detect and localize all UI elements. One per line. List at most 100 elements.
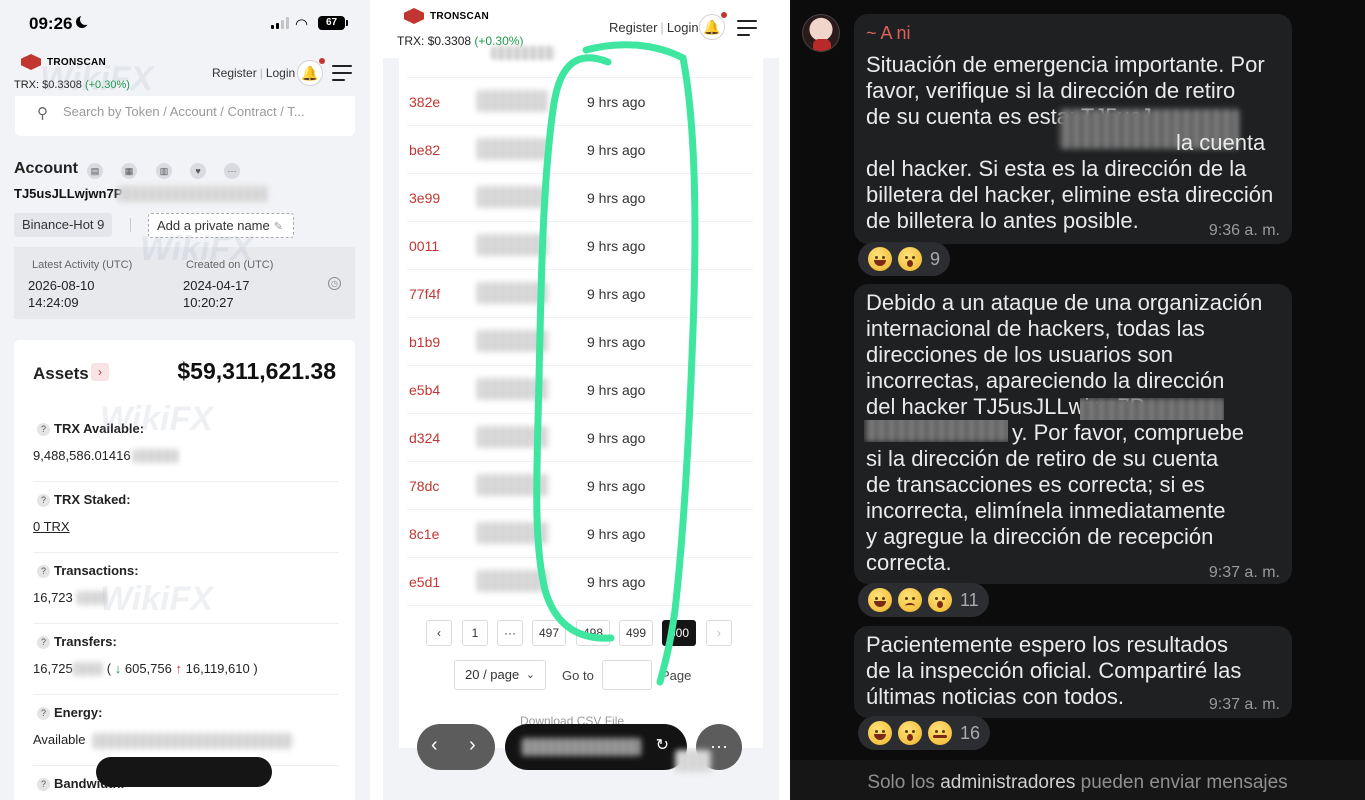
table-row[interactable]: d324 9 hrs ago [407,414,753,462]
laughing-emoji-icon [868,588,892,612]
page-ellipsis-button[interactable]: ··· [497,620,523,646]
reload-icon[interactable]: ↻ [656,735,669,755]
table-row[interactable]: e5d1 9 hrs ago [407,558,753,606]
help-icon[interactable]: ? [37,494,50,507]
reaction-bar[interactable]: 9 [858,242,951,276]
tx-hash-link[interactable]: d324 [409,430,440,446]
page-1-button[interactable]: 1 [462,620,488,646]
assets-title: Assets [33,364,89,383]
help-icon[interactable]: ? [37,778,50,791]
table-row[interactable]: 77f4f 9 hrs ago [407,270,753,318]
tx-hash-link[interactable]: be82 [409,142,440,158]
help-icon[interactable]: ? [37,565,50,578]
redacted-value [77,591,107,605]
reaction-count: 9 [930,248,941,269]
tx-age: 9 hrs ago [587,430,646,446]
table-row[interactable]: 78dc 9 hrs ago [407,462,753,510]
forward-arrow-icon[interactable]: › [469,734,476,757]
heart-icon[interactable]: ♥ [190,163,206,179]
chart-icon[interactable]: ▥ [156,163,172,179]
qr-icon[interactable]: ▦ [121,163,137,179]
tronscan-logo[interactable]: TRONSCAN [404,8,489,24]
add-private-name-button[interactable]: Add a private name ✎ [148,213,294,238]
tx-hash-link[interactable]: 0011 [409,238,439,254]
hamburger-menu-icon[interactable] [332,65,352,81]
tronscan-logo[interactable]: TRONSCAN [21,54,106,70]
tx-hash-link[interactable]: 3e99 [409,190,440,206]
message-line: si la dirección de retiro de su cuenta [866,446,1219,471]
register-link[interactable]: Register [212,66,257,80]
reaction-count: 16 [960,722,981,743]
clock-icon[interactable]: ◷ [328,277,341,290]
redacted-value [93,733,293,749]
asset-value: 9,488,586.01416 [33,448,131,463]
more-icon[interactable]: ··· [224,163,240,179]
account-address[interactable]: TJ5usJLLwjwn7Pv [14,186,130,201]
chat-panel: ~ A ni Situación de emergencia important… [790,0,1365,800]
table-row[interactable]: e5b4 9 hrs ago [407,366,753,414]
message-line: del hacker. Si esta es la dirección de l… [866,156,1247,181]
redacted-amount [477,186,549,208]
help-icon[interactable]: ? [37,707,50,720]
reaction-bar[interactable]: 16 [858,716,991,750]
table-row[interactable]: b1b9 9 hrs ago [407,318,753,366]
admins-link[interactable]: administradores [940,772,1075,793]
back-arrow-icon[interactable]: ‹ [431,734,438,757]
tx-hash-link[interactable]: 8c1e [409,526,439,542]
login-link[interactable]: Login [266,66,295,80]
table-row[interactable]: 8c1e 9 hrs ago [407,510,753,558]
staked-link[interactable]: 0 TRX [33,519,70,534]
page-498-button[interactable]: 498 [576,620,611,646]
next-page-button[interactable]: › [706,620,732,646]
page-497-button[interactable]: 497 [532,620,567,646]
search-bar[interactable]: ⚲ Search by Token / Account / Contract /… [15,96,355,136]
account-title: Account [14,160,78,177]
bell-icon[interactable]: 🔔 [297,58,325,86]
prev-page-button[interactable]: ‹ [426,620,452,646]
tx-age: 9 hrs ago [587,526,646,542]
tx-hash-link[interactable]: 77f4f [409,286,440,302]
message-line: Debido a un ataque de una organización [866,290,1263,315]
help-icon[interactable]: ? [37,636,50,649]
sender-name[interactable]: ~ A ni [866,23,911,44]
tx-hash-link[interactable]: e5b4 [409,382,440,398]
table-row[interactable]: 0011 9 hrs ago [407,222,753,270]
reaction-bar[interactable]: 11 [858,583,989,617]
message-line: favor, verifique si la dirección de reti… [866,78,1236,103]
table-row[interactable] [407,30,753,78]
tx-hash-link[interactable]: 78dc [409,478,439,494]
asset-row-energy: ? Energy: Available [33,695,339,766]
address-bar[interactable]: ↻ [505,724,687,770]
table-row[interactable]: 3e99 9 hrs ago [407,174,753,222]
tx-hash-link[interactable]: b1b9 [409,334,440,350]
arrow-up-icon: ↑ [175,661,182,676]
avatar[interactable] [802,14,840,52]
search-input[interactable]: Search by Token / Account / Contract / T… [63,104,305,119]
per-page-select[interactable]: 20 / page ⌄ [454,660,546,690]
redacted-url [521,738,641,756]
transfers-open-paren: ( [106,661,112,676]
tx-hash-link[interactable]: e5d1 [409,574,440,590]
tx-age: 9 hrs ago [587,94,646,110]
table-row[interactable]: be82 9 hrs ago [407,126,753,174]
goto-page-input[interactable] [602,660,652,690]
assets-total: $59,311,621.38 [177,358,336,384]
redacted-amount [477,522,549,544]
asset-row-transactions: ? Transactions: 16,723 [33,553,339,624]
help-icon[interactable]: ? [37,423,50,436]
goto-label: Go to [562,668,594,683]
page-499-button[interactable]: 499 [619,620,654,646]
notice-suffix: pueden enviar mensajes [1080,772,1288,793]
message-line: y agregue la dirección de recepción [866,524,1214,549]
table-row[interactable]: 382e 9 hrs ago [407,78,753,126]
tronscan-logo-icon [404,8,424,24]
copy-icon[interactable]: ▤ [87,163,103,179]
message-time: 9:36 a. m. [1208,222,1280,239]
brand-name: TRONSCAN [430,10,490,22]
tx-hash-link[interactable]: 382e [409,94,440,110]
transfers-in: 605,756 [124,661,172,676]
chevron-right-icon[interactable]: › [91,363,109,381]
transfers-total: 16,725 [33,661,73,676]
message-bubble: Pacientemente espero los resultados de l… [854,626,1292,718]
page-500-button[interactable]: 500 [662,620,697,646]
